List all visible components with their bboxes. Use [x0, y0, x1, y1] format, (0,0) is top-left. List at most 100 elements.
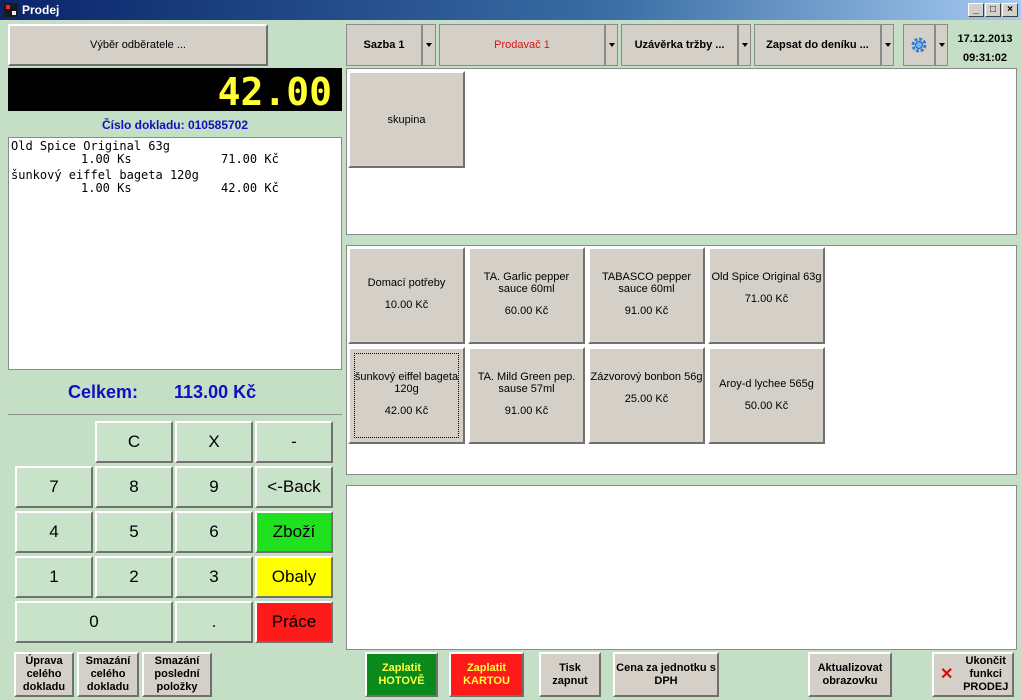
- journal-dropdown[interactable]: Zapsat do deníku ...: [754, 24, 881, 66]
- exit-sales-label: Ukončit funkci PRODEJ: [963, 655, 1009, 693]
- product-price: 25.00 Kč: [624, 393, 669, 405]
- key-9[interactable]: 9: [175, 466, 253, 508]
- product-name: Zázvorový bonbon 56g: [590, 371, 703, 383]
- title-bar: Prodej _ □ ×: [0, 0, 1021, 20]
- journal-arrow[interactable]: [881, 24, 894, 66]
- document-number: Číslo dokladu: 010585702: [101, 118, 249, 132]
- time-label: 09:31:02: [962, 52, 1008, 64]
- product-name: Old Spice Original 63g: [711, 271, 822, 283]
- vat-rate-dropdown[interactable]: Sazba 1: [346, 24, 422, 66]
- receipt-item-qty: 1.00 Ks: [81, 152, 132, 166]
- total-row: Celkem: 113.00 Kč: [8, 372, 342, 412]
- receipt-item-price: 42.00 Kč: [221, 181, 279, 195]
- minimize-button[interactable]: _: [968, 3, 984, 17]
- receipt-item-qty: 1.00 Ks: [81, 181, 132, 195]
- date-time: 17.12.2013 09:31:02: [952, 30, 1018, 68]
- product-price: 91.00 Kč: [504, 405, 549, 417]
- closing-dropdown[interactable]: Uzávěrka tržby ...: [621, 24, 738, 66]
- key-7[interactable]: 7: [15, 466, 93, 508]
- closing-arrow[interactable]: [738, 24, 751, 66]
- product-button[interactable]: TA. Garlic pepper sauce 60ml 60.00 Kč: [468, 247, 585, 344]
- delete-last-item-button[interactable]: Smazání poslední položky: [142, 652, 212, 697]
- product-name: TA. Garlic pepper sauce 60ml: [483, 271, 570, 295]
- product-price: 50.00 Kč: [744, 400, 789, 412]
- product-button[interactable]: TABASCO pepper sauce 60ml 91.00 Kč: [588, 247, 705, 344]
- key-4[interactable]: 4: [15, 511, 93, 553]
- chevron-down-icon: [884, 43, 891, 47]
- pay-card-button[interactable]: Zaplatit KARTOU: [449, 652, 524, 697]
- receipt-item-price: 71.00 Kč: [221, 152, 279, 166]
- close-window-button[interactable]: ×: [1002, 3, 1018, 17]
- key-backspace[interactable]: <-Back: [255, 466, 333, 508]
- product-button[interactable]: šunkový eiffel bageta 120g 42.00 Kč: [348, 347, 465, 444]
- settings-button[interactable]: [903, 24, 935, 66]
- vat-rate-arrow[interactable]: [422, 24, 436, 66]
- receipt-item-name: šunkový eiffel bageta 120g: [11, 168, 199, 182]
- receipt-item-name: Old Spice Original 63g: [11, 139, 170, 153]
- delete-document-button[interactable]: Smazání celého dokladu: [77, 652, 139, 697]
- key-2[interactable]: 2: [95, 556, 173, 598]
- window-title: Prodej: [22, 3, 60, 17]
- product-price: 42.00 Kč: [384, 405, 429, 417]
- customer-select-button[interactable]: Výběr odběratele ...: [8, 24, 268, 66]
- key-1[interactable]: 1: [15, 556, 93, 598]
- product-button[interactable]: Old Spice Original 63g 71.00 Kč: [708, 247, 825, 344]
- gear-icon: [911, 37, 927, 53]
- exit-sales-button[interactable]: ✕ Ukončit funkci PRODEJ: [932, 652, 1014, 697]
- maximize-button[interactable]: □: [985, 3, 1001, 17]
- unit-price-button[interactable]: Cena za jednotku s DPH: [613, 652, 719, 697]
- key-6[interactable]: 6: [175, 511, 253, 553]
- detail-panel: [346, 485, 1017, 650]
- chevron-down-icon: [608, 43, 615, 47]
- product-button[interactable]: TA. Mild Green pep. sause 57ml 91.00 Kč: [468, 347, 585, 444]
- work-button[interactable]: Práce: [255, 601, 333, 643]
- product-button[interactable]: Aroy-d lychee 565g 50.00 Kč: [708, 347, 825, 444]
- packaging-button[interactable]: Obaly: [255, 556, 333, 598]
- closing-label: Uzávěrka tržby ...: [634, 39, 725, 51]
- settings-arrow[interactable]: [935, 24, 948, 66]
- product-name: TA. Mild Green pep. sause 57ml: [477, 371, 576, 395]
- key-5[interactable]: 5: [95, 511, 173, 553]
- receipt-list[interactable]: Old Spice Original 63g 1.00 Ks 71.00 Kč š…: [8, 137, 342, 370]
- product-name: šunkový eiffel bageta 120g: [354, 371, 459, 395]
- date-label: 17.12.2013: [957, 33, 1013, 45]
- total-label: Celkem:: [68, 381, 139, 402]
- vat-rate-label: Sazba 1: [363, 39, 405, 51]
- key-8[interactable]: 8: [95, 466, 173, 508]
- product-name: Domací potřeby: [367, 277, 446, 289]
- product-price: 91.00 Kč: [624, 305, 669, 317]
- key-decimal[interactable]: .: [175, 601, 253, 643]
- product-button[interactable]: Zázvorový bonbon 56g 25.00 Kč: [588, 347, 705, 444]
- receipt-item[interactable]: šunkový eiffel bageta 120g 1.00 Ks 42.00 …: [11, 169, 339, 195]
- print-toggle-button[interactable]: Tisk zapnut: [539, 652, 601, 697]
- journal-label: Zapsat do deníku ...: [766, 39, 869, 51]
- product-price: 71.00 Kč: [744, 293, 789, 305]
- key-minus[interactable]: -: [255, 421, 333, 463]
- chevron-down-icon: [938, 43, 945, 47]
- key-multiply[interactable]: X: [175, 421, 253, 463]
- app-icon: [4, 3, 18, 17]
- total-value: 113.00 Kč: [174, 381, 257, 402]
- pay-cash-button[interactable]: Zaplatit HOTOVĚ: [365, 652, 438, 697]
- edit-document-button[interactable]: Úprava celého dokladu: [14, 652, 74, 697]
- key-clear[interactable]: C: [95, 421, 173, 463]
- seller-label: Prodavač 1: [494, 39, 550, 51]
- close-x-icon: ✕: [940, 666, 954, 683]
- chevron-down-icon: [741, 43, 748, 47]
- product-price: 10.00 Kč: [384, 299, 429, 311]
- display-amount: 42.00: [217, 70, 332, 114]
- seller-dropdown[interactable]: Prodavač 1: [439, 24, 605, 66]
- group-button[interactable]: skupina: [348, 71, 465, 168]
- refresh-screen-button[interactable]: Aktualizovat obrazovku: [808, 652, 892, 697]
- chevron-down-icon: [426, 43, 432, 47]
- seller-arrow[interactable]: [605, 24, 618, 66]
- amount-display: 42.00: [8, 68, 342, 114]
- key-3[interactable]: 3: [175, 556, 253, 598]
- product-name: TABASCO pepper sauce 60ml: [601, 271, 692, 295]
- product-name: Aroy-d lychee 565g: [719, 378, 814, 390]
- key-0[interactable]: 0: [15, 601, 173, 643]
- goods-button[interactable]: Zboží: [255, 511, 333, 553]
- receipt-item[interactable]: Old Spice Original 63g 1.00 Ks 71.00 Kč: [11, 140, 339, 166]
- product-button[interactable]: Domací potřeby 10.00 Kč: [348, 247, 465, 344]
- product-price: 60.00 Kč: [504, 305, 549, 317]
